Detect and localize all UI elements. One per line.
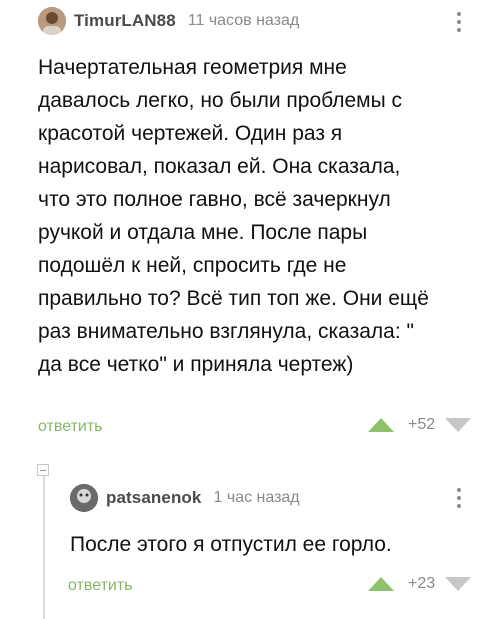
avatar[interactable] [70,484,98,512]
comment-text: После этого я отпустил ее горло. [70,533,392,556]
more-options-icon[interactable] [456,488,462,508]
comment-header: TimurLAN88 11 часов назад [38,6,299,36]
username[interactable]: TimurLAN88 [74,11,176,31]
user-avatar-icon [70,484,98,512]
reply-button[interactable]: ответить [38,418,103,436]
comment-header: patsanenok 1 час назад [70,483,300,513]
user-avatar-icon [38,7,66,35]
comment-score: +23 [408,575,436,592]
comment-score: +52 [408,416,436,433]
more-options-icon[interactable] [456,12,462,32]
comment-timestamp: 1 час назад [213,489,300,506]
avatar[interactable] [38,7,66,35]
comment-text: Начертательная геометрия мне давалось ле… [38,56,429,376]
username[interactable]: patsanenok [106,488,201,508]
comment-patsanenok: patsanenok 1 час назад После этого я отп… [0,450,500,619]
vote-controls: +23 [368,575,472,593]
comment-timestamp: 11 часов назад [187,12,300,29]
reply-button[interactable]: ответить [68,577,133,595]
upvote-arrow-icon[interactable] [368,418,394,432]
downvote-arrow-icon[interactable] [445,418,472,432]
upvote-arrow-icon[interactable] [368,577,394,591]
comment-timurlan88: TimurLAN88 11 часов назад Начертательная… [0,0,500,450]
vote-controls: +52 [368,416,472,434]
downvote-arrow-icon[interactable] [445,577,472,591]
